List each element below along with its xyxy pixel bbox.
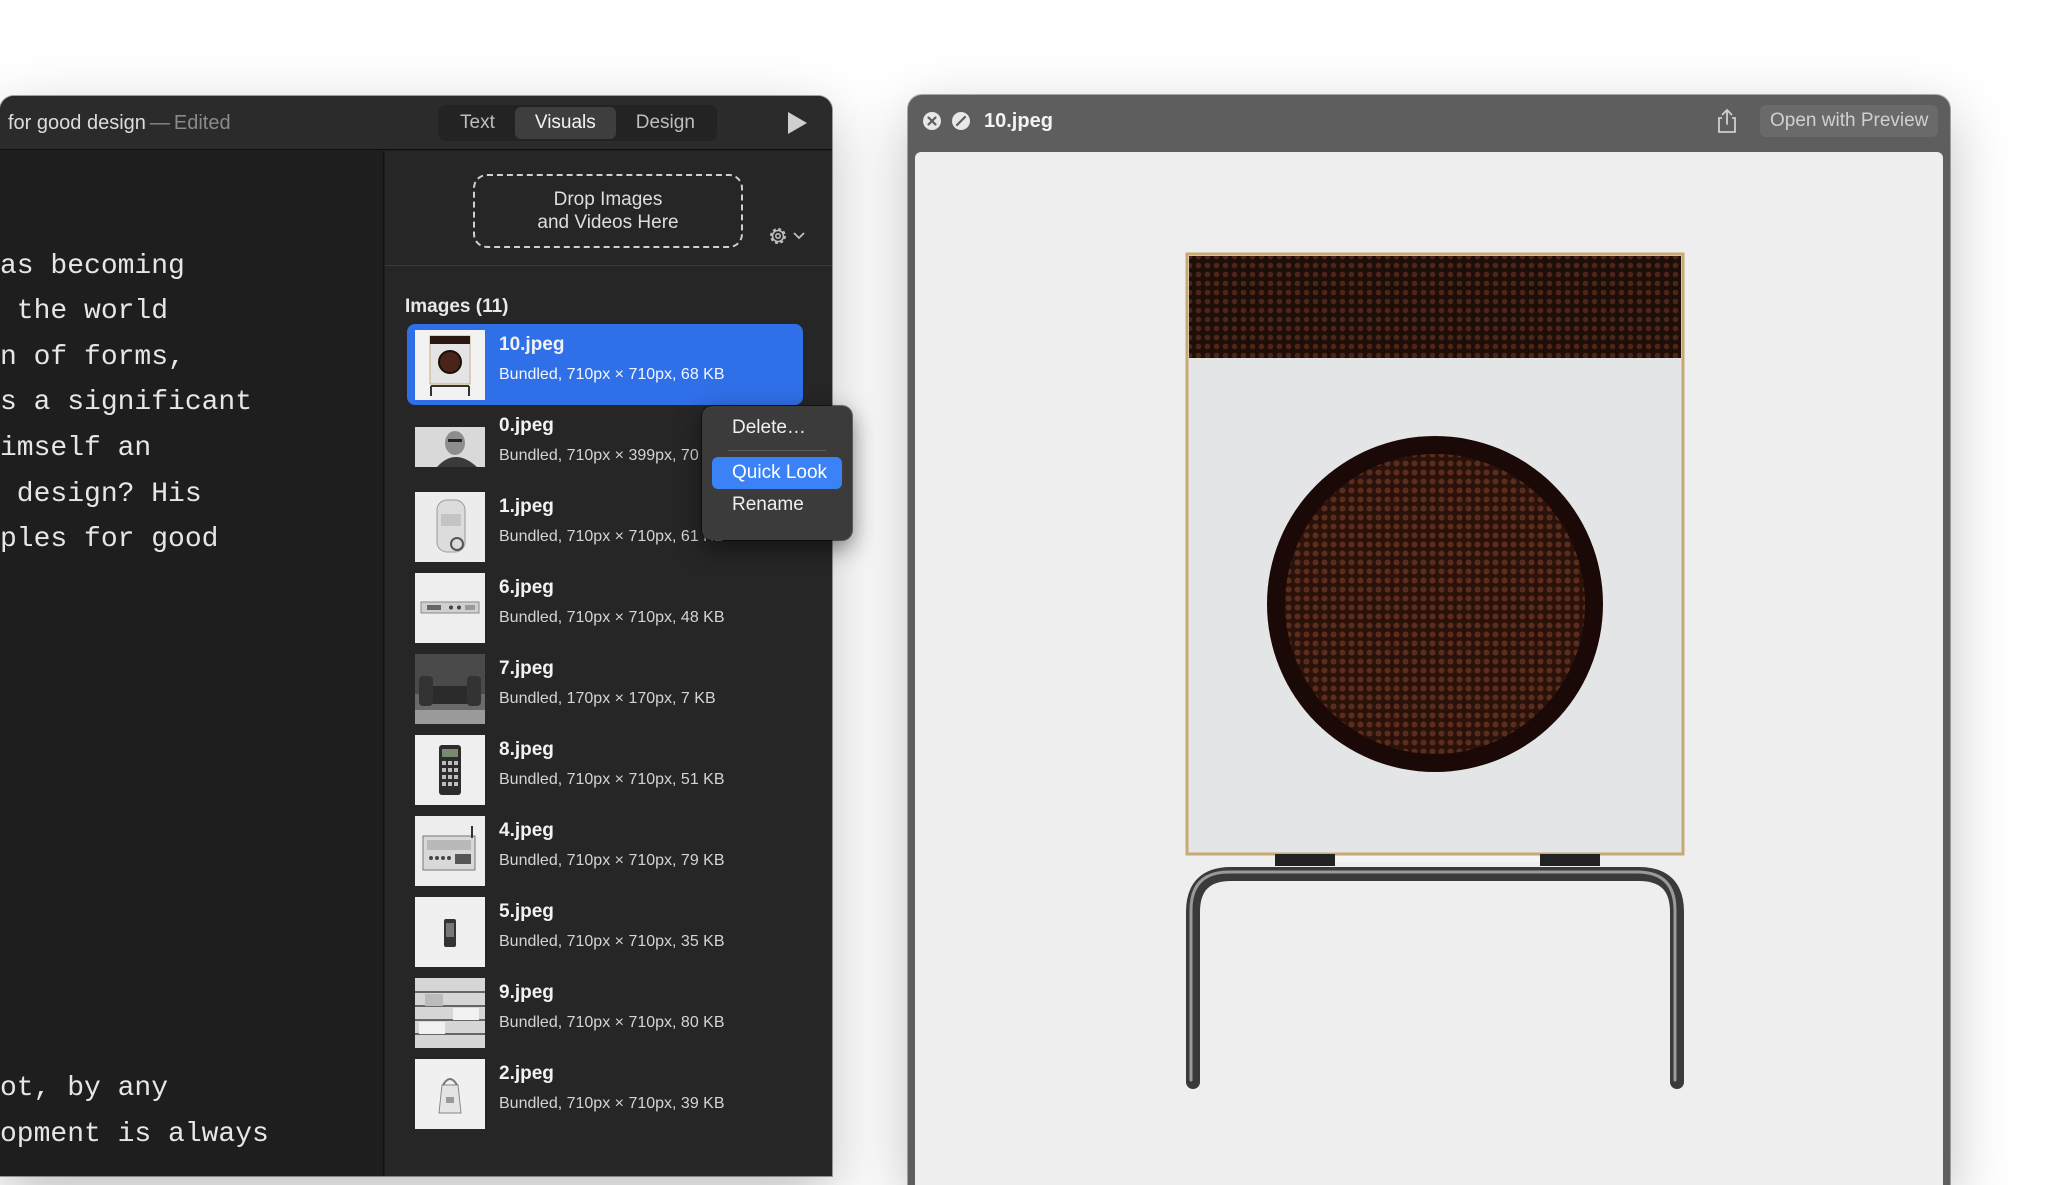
text-line: the world	[0, 296, 169, 327]
image-meta: Bundled, 170px × 170px, 7 KB	[499, 690, 716, 707]
text-line: as becoming	[0, 251, 185, 282]
quick-look-canvas	[915, 152, 1943, 1185]
image-meta: Bundled, 710px × 710px, 79 KB	[499, 852, 725, 869]
image-name: 6.jpeg	[499, 577, 554, 598]
image-list-item[interactable]: 4.jpeg Bundled, 710px × 710px, 79 KB	[407, 810, 803, 891]
text-line: design? His	[0, 479, 202, 510]
images-section-header: Images (11)	[405, 296, 509, 317]
tab-design[interactable]: Design	[616, 107, 715, 139]
document-title: for good design — Edited	[8, 112, 231, 135]
image-thumbnail	[415, 978, 485, 1048]
close-icon[interactable]	[922, 111, 942, 131]
image-name: 10.jpeg	[499, 334, 565, 355]
menu-item-quick-look[interactable]: Quick Look	[712, 457, 842, 489]
text-line: ot, by any	[0, 1073, 169, 1104]
image-thumbnail	[415, 411, 485, 481]
image-name: 2.jpeg	[499, 1063, 554, 1084]
image-meta: Bundled, 710px × 710px, 39 KB	[499, 1095, 725, 1112]
play-icon[interactable]	[786, 111, 808, 135]
visuals-sidebar: Drop Images and Videos Here Images (11)	[385, 151, 832, 1176]
image-name: 8.jpeg	[499, 739, 554, 760]
open-with-preview-button[interactable]: Open with Preview	[1760, 105, 1939, 137]
text-line: n of forms,	[0, 342, 185, 373]
image-meta: Bundled, 710px × 710px, 80 KB	[499, 1014, 725, 1031]
text-line: opment is always	[0, 1119, 269, 1150]
title-separator: —	[149, 112, 170, 134]
text-editor-pane[interactable]: as becoming the world n of forms, s a si…	[0, 151, 384, 1176]
image-name: 0.jpeg	[499, 415, 554, 436]
text-line: ples for good	[0, 524, 219, 555]
fullscreen-icon[interactable]	[951, 111, 971, 131]
document-name: for good design	[8, 112, 146, 134]
image-thumbnail	[415, 654, 485, 724]
chevron-down-icon	[793, 232, 805, 240]
image-thumbnail	[415, 1059, 485, 1129]
image-list-item[interactable]: 5.jpeg Bundled, 710px × 710px, 35 KB	[407, 891, 803, 972]
quick-look-window: 10.jpeg Open with Preview	[908, 95, 1950, 1185]
image-list-item[interactable]: 10.jpeg Bundled, 710px × 710px, 68 KB	[407, 324, 803, 405]
image-meta: Bundled, 710px × 399px, 70 KB	[499, 447, 725, 464]
sidebar-divider	[385, 265, 832, 266]
view-mode-segmented-control: Text Visuals Design	[438, 105, 717, 141]
drop-zone[interactable]: Drop Images and Videos Here	[473, 174, 743, 248]
image-list-item[interactable]: 6.jpeg Bundled, 710px × 710px, 48 KB	[407, 567, 803, 648]
image-name: 1.jpeg	[499, 496, 554, 517]
image-meta: Bundled, 710px × 710px, 51 KB	[499, 771, 725, 788]
quick-look-title: 10.jpeg	[984, 110, 1053, 132]
image-context-menu: Delete… Quick Look Rename	[702, 406, 852, 540]
image-list-item[interactable]: 2.jpeg Bundled, 710px × 710px, 39 KB	[407, 1053, 803, 1134]
image-thumbnail	[415, 330, 485, 400]
image-meta: Bundled, 710px × 710px, 68 KB	[499, 366, 725, 383]
image-list-item[interactable]: 9.jpeg Bundled, 710px × 710px, 80 KB	[407, 972, 803, 1053]
image-meta: Bundled, 710px × 710px, 61 KB	[499, 528, 725, 545]
editor-titlebar: for good design — Edited Text Visuals Desi…	[0, 96, 832, 150]
tab-text[interactable]: Text	[440, 107, 515, 139]
image-name: 9.jpeg	[499, 982, 554, 1003]
image-thumbnail	[415, 573, 485, 643]
menu-item-rename[interactable]: Rename	[712, 489, 842, 521]
text-line: imself an	[0, 433, 152, 464]
image-list-item[interactable]: 7.jpeg Bundled, 170px × 170px, 7 KB	[407, 648, 803, 729]
quick-look-titlebar: 10.jpeg Open with Preview	[908, 95, 1950, 151]
menu-item-delete[interactable]: Delete…	[712, 412, 842, 444]
image-name: 5.jpeg	[499, 901, 554, 922]
share-icon[interactable]	[1716, 108, 1738, 134]
text-line: s a significant	[0, 387, 253, 418]
drop-zone-line1: Drop Images	[553, 189, 663, 210]
tab-visuals[interactable]: Visuals	[514, 107, 616, 139]
image-name: 4.jpeg	[499, 820, 554, 841]
radio-product-image	[1185, 252, 1685, 1089]
image-name: 7.jpeg	[499, 658, 554, 679]
image-thumbnail	[415, 816, 485, 886]
image-thumbnail	[415, 735, 485, 805]
image-meta: Bundled, 710px × 710px, 35 KB	[499, 933, 725, 950]
drop-zone-line2: and Videos Here	[537, 212, 679, 233]
image-list-item[interactable]: 8.jpeg Bundled, 710px × 710px, 51 KB	[407, 729, 803, 810]
image-thumbnail	[415, 897, 485, 967]
gear-menu-button[interactable]	[767, 223, 817, 249]
image-meta: Bundled, 710px × 710px, 48 KB	[499, 609, 725, 626]
edited-status: Edited	[173, 112, 231, 134]
menu-separator	[728, 450, 826, 451]
image-thumbnail	[415, 492, 485, 562]
editor-window: for good design — Edited Text Visuals Desi…	[0, 96, 832, 1176]
gear-icon	[770, 228, 786, 244]
